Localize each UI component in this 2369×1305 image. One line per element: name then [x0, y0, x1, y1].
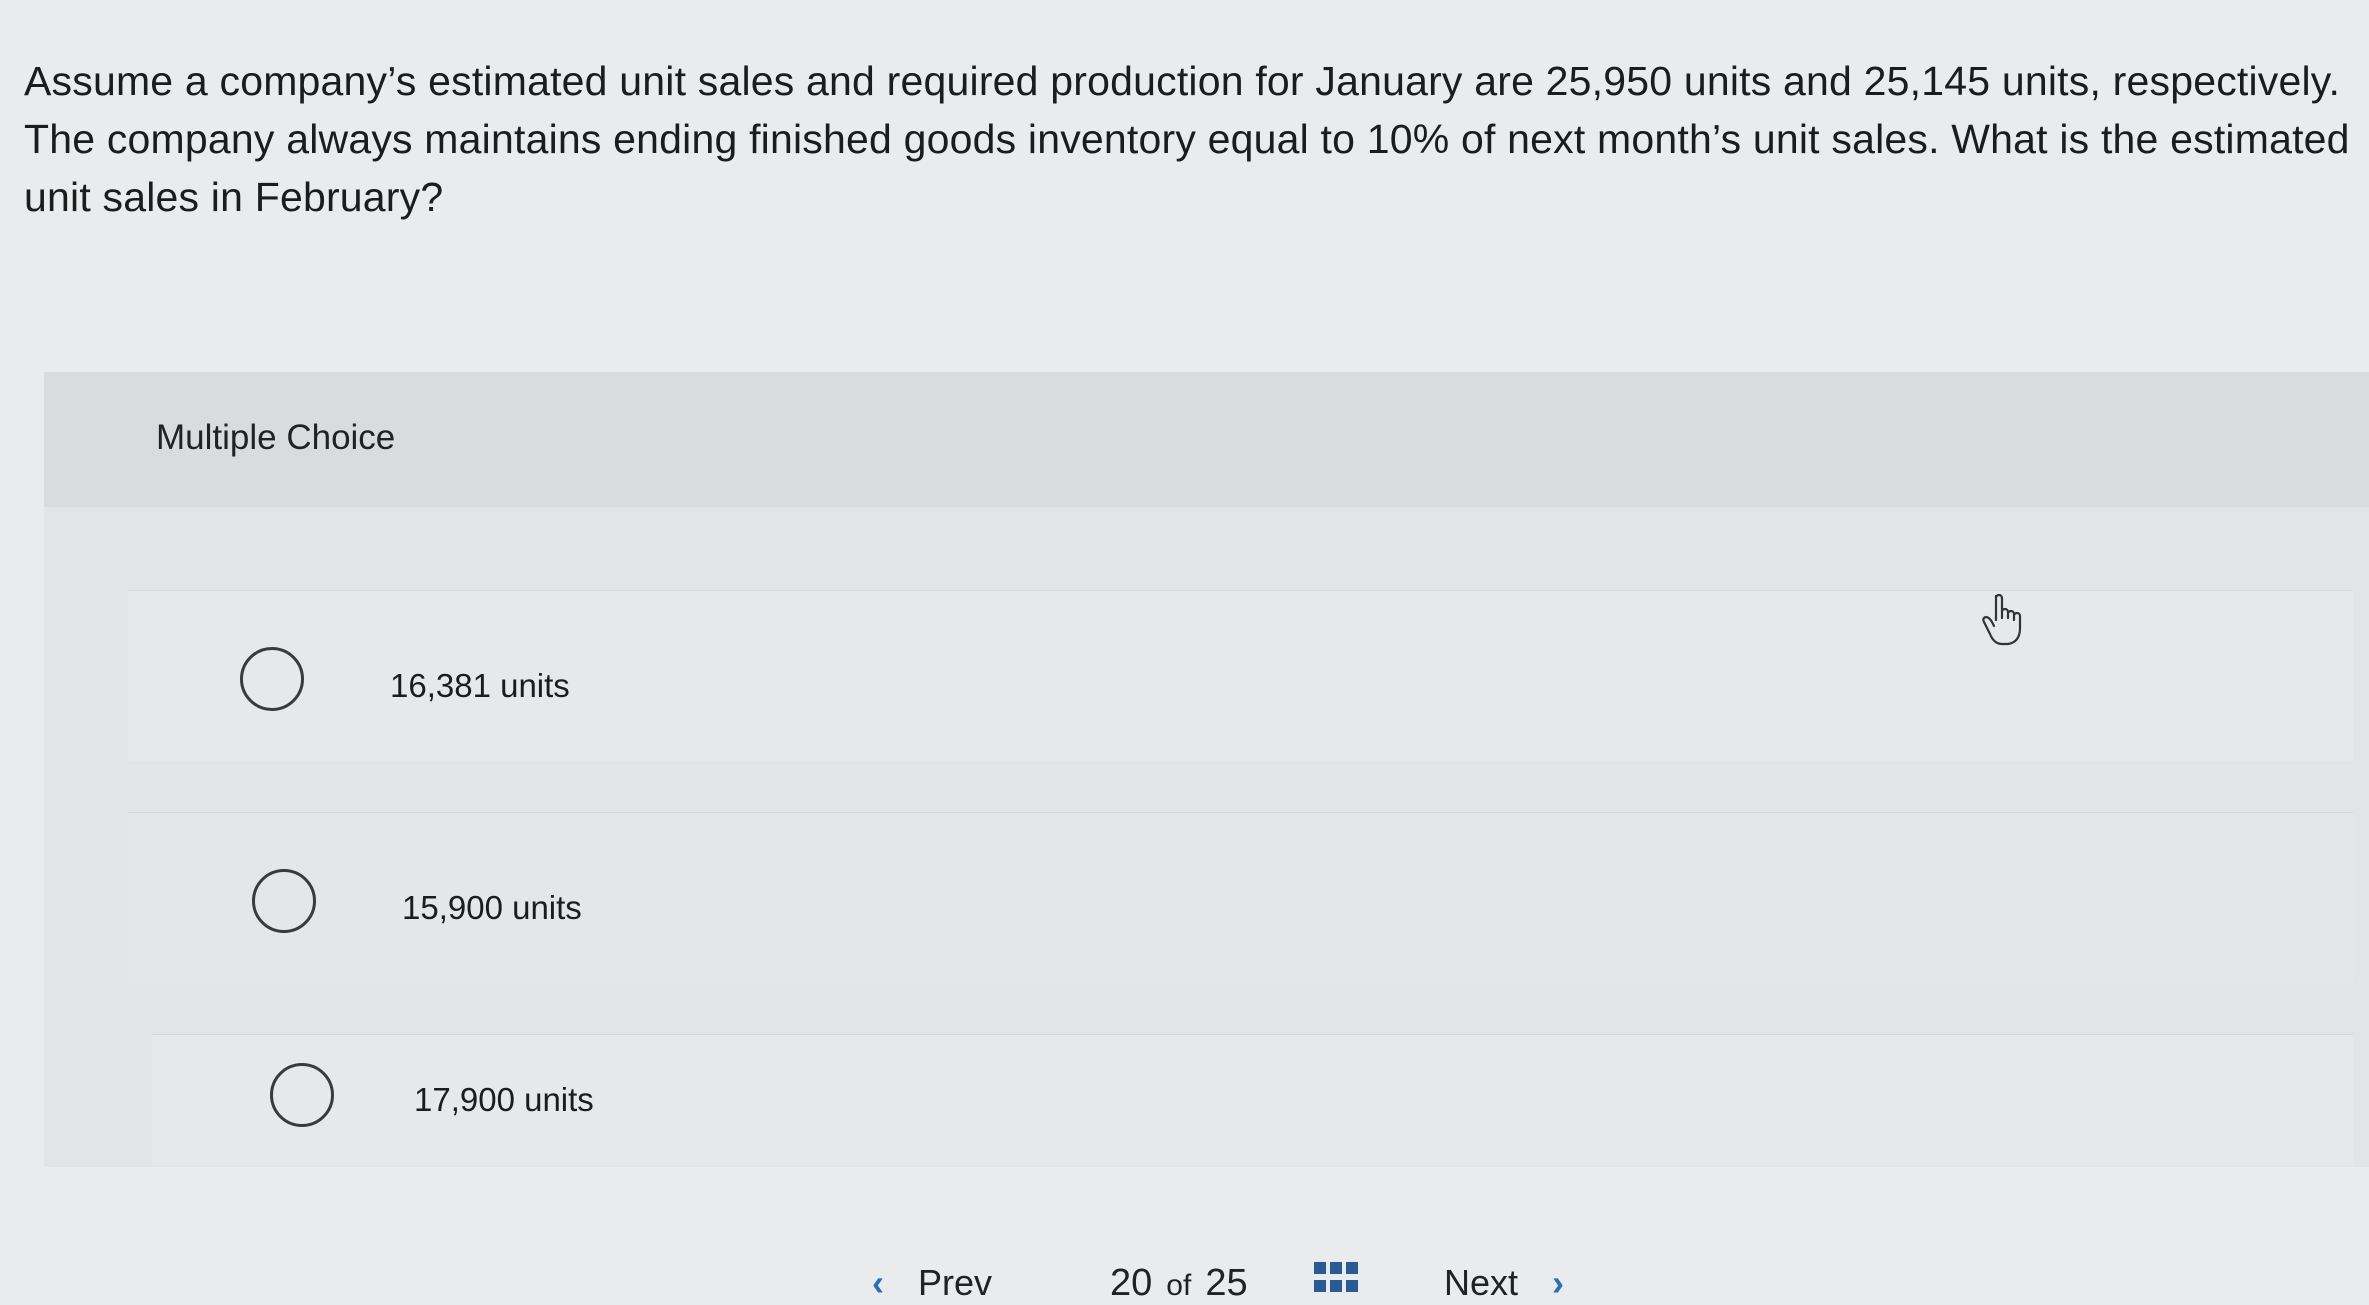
- radio-button-2[interactable]: [252, 869, 316, 933]
- multiple-choice-panel: Multiple Choice 16,381 units 15,900 unit…: [44, 372, 2369, 1167]
- prev-button[interactable]: ‹ Prev: [872, 1262, 992, 1304]
- current-page: 20: [1110, 1262, 1153, 1304]
- total-pages: 25: [1205, 1262, 1248, 1304]
- choice-option-3[interactable]: 17,900 units: [152, 1034, 2353, 1165]
- chevron-right-icon: ›: [1552, 1262, 1565, 1303]
- radio-button-3[interactable]: [270, 1063, 334, 1127]
- choice-label-1: 16,381 units: [390, 667, 570, 704]
- choice-label-3: 17,900 units: [414, 1081, 594, 1118]
- prev-label: Prev: [918, 1262, 993, 1303]
- next-button[interactable]: Next ›: [1444, 1262, 1564, 1304]
- next-label: Next: [1444, 1262, 1519, 1303]
- question-grid-icon[interactable]: [1314, 1262, 1358, 1294]
- multiple-choice-title: Multiple Choice: [156, 418, 396, 457]
- multiple-choice-header: Multiple Choice: [44, 372, 2369, 507]
- of-label: of: [1166, 1269, 1192, 1302]
- hand-pointer-cursor-icon: [1982, 593, 2022, 646]
- question-text: Assume a company’s estimated unit sales …: [24, 58, 2350, 220]
- page-counter: 20 of 25: [1110, 1262, 1248, 1305]
- question-navigation: ‹ Prev 20 of 25 Next ›: [0, 1240, 2369, 1304]
- chevron-left-icon: ‹: [872, 1262, 884, 1303]
- choice-option-2[interactable]: 15,900 units: [128, 812, 2353, 983]
- choice-label-2: 15,900 units: [402, 889, 582, 926]
- radio-button-1[interactable]: [240, 647, 304, 711]
